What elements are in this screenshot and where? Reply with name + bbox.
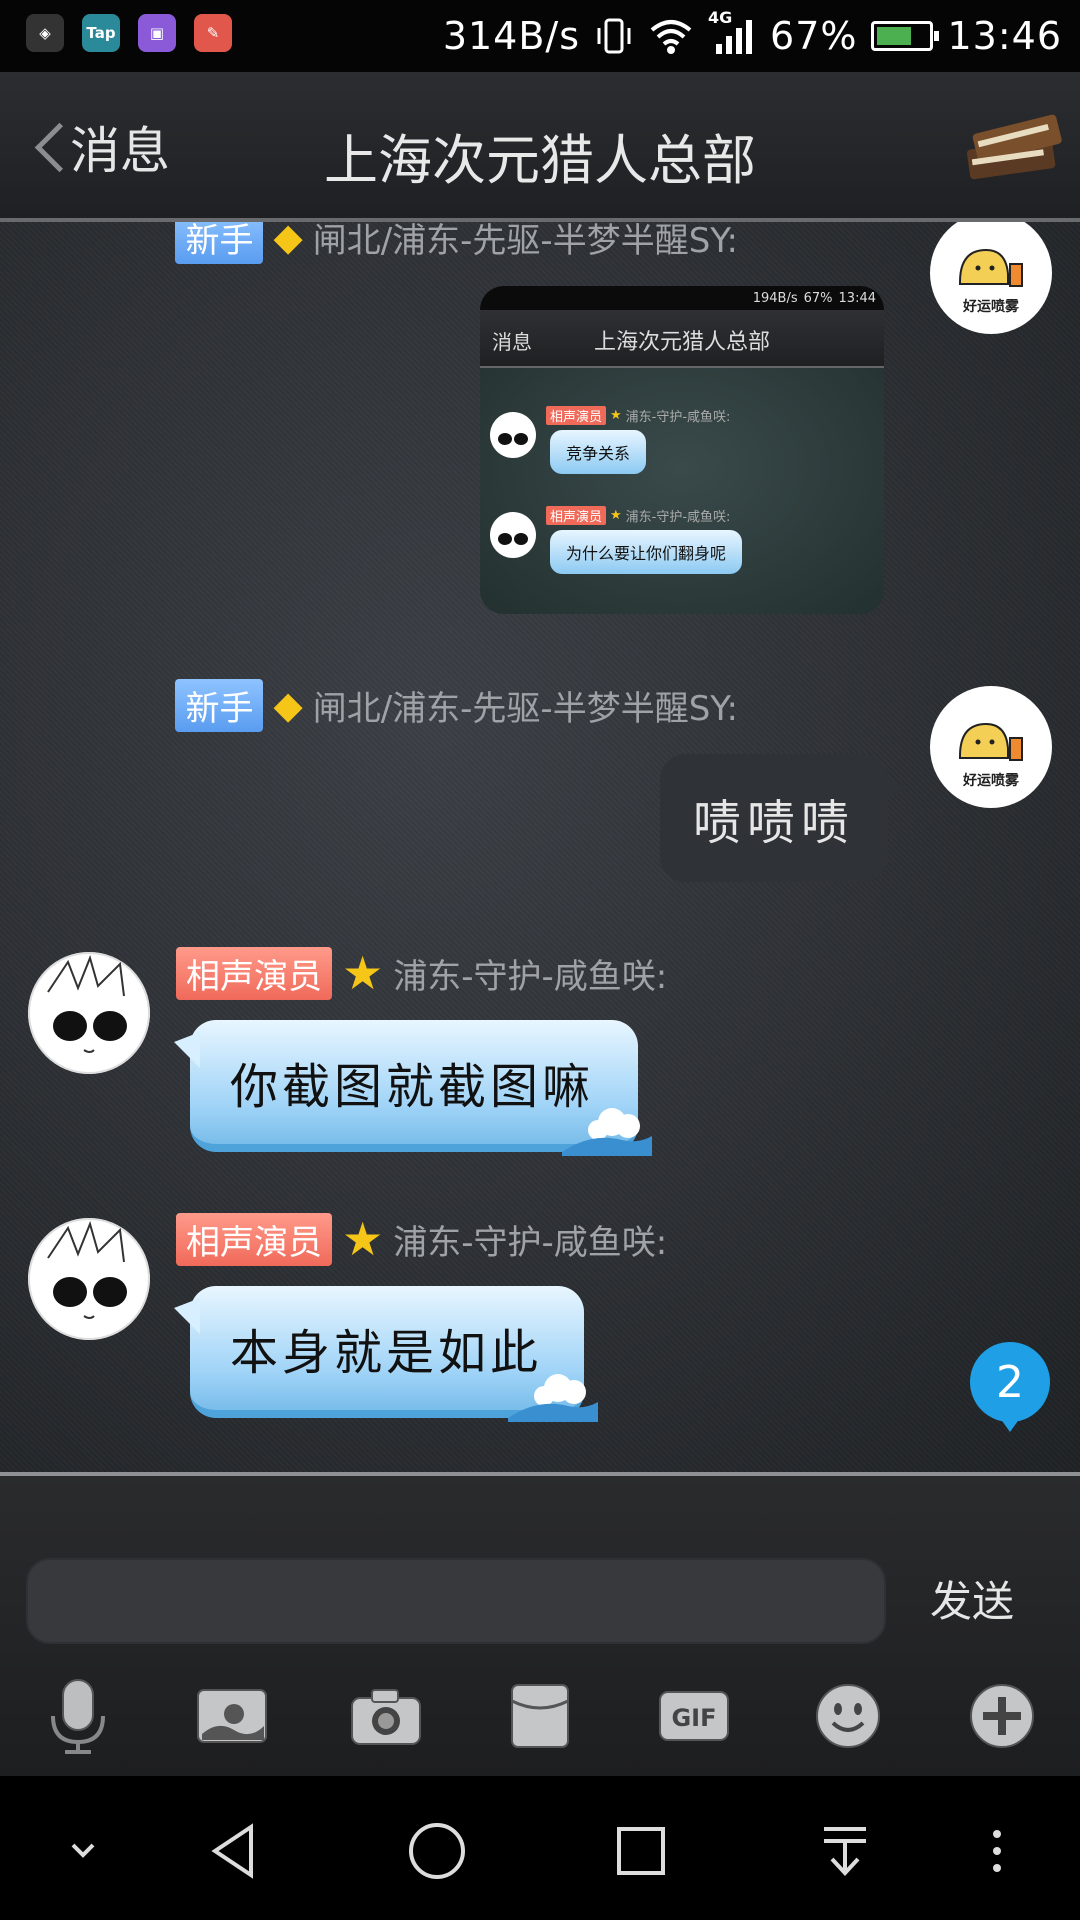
mini-badge: 相声演员 (546, 506, 607, 525)
image-icon[interactable] (192, 1676, 272, 1756)
mini-avatar (490, 512, 536, 558)
sender-name: 浦东-守护-咸鱼咲: (393, 1222, 668, 1263)
message-header: 相声演员 ★ 浦东-守护-咸鱼咲: (176, 1212, 668, 1266)
notification-pull-down-icon[interactable] (810, 1816, 880, 1886)
tool-app-icon: ✎ (194, 14, 232, 52)
mini-bubble: 为什么要让你们翻身呢 (550, 530, 743, 574)
more-vertical-icon[interactable] (962, 1816, 1032, 1886)
recents-nav-icon[interactable] (606, 1816, 676, 1886)
diamond-icon: ◆ (273, 222, 303, 259)
chat-area[interactable]: 新手 ◆ 闸北/浦东-先驱-半梦半醒SY: 好运喷雾 194B/s 67% 13… (0, 222, 1080, 1472)
title-badge: 相声演员 (176, 1212, 332, 1266)
screenshot-title: 上海次元猎人总部 (593, 330, 770, 355)
mini-sender: 浦东-守护-咸鱼咲: (625, 410, 731, 425)
sender-name: 闸北/浦东-先驱-半梦半醒SY: (312, 222, 738, 261)
notification-icons: ◈ Tap ▣ ✎ (26, 14, 232, 52)
battery-icon (871, 21, 940, 51)
title-badge: 相声演员 (176, 946, 332, 1000)
avatar-caption: 好运喷雾 (963, 299, 1019, 315)
newbie-badge: 新手 (175, 678, 264, 732)
mini-bubble: 竞争关系 (550, 430, 647, 474)
screenshot-net-speed: 194B/s (752, 290, 798, 306)
avatar[interactable] (28, 952, 150, 1074)
message-header: 相声演员 ★ 浦东-守护-咸鱼咲: (176, 946, 668, 1000)
message-bubble[interactable]: 本身就是如此 (174, 1286, 598, 1422)
send-button[interactable]: 发送 (930, 1568, 1014, 1629)
unread-count-badge[interactable]: 2 (970, 1342, 1050, 1432)
net-speed: 314B/s (442, 14, 581, 58)
composer-toolbar: GIF (0, 1676, 1080, 1776)
microphone-icon[interactable] (38, 1676, 118, 1756)
wave-decoration-icon (508, 1374, 598, 1422)
title-bar: 消息 上海次元猎人总部 (0, 72, 1080, 222)
mini-avatar (490, 412, 536, 458)
taptap-app-icon: Tap (82, 14, 120, 52)
message-text: 你截图就截图嘛 (230, 1059, 595, 1115)
screenshot-battery: 67% (803, 290, 833, 306)
battery-percent: 67% (770, 14, 858, 58)
screenshot-title-bar: 消息 上海次元猎人总部 (480, 310, 884, 368)
newbie-badge: 新手 (175, 222, 264, 264)
avatar[interactable]: 好运喷雾 (930, 222, 1052, 334)
screenshot-status-bar: 194B/s 67% 13:44 (480, 286, 884, 310)
status-bar: ◈ Tap ▣ ✎ 314B/s 4G 67% 13:46 (0, 0, 1080, 72)
anime-avatar-icon (28, 1218, 150, 1340)
mini-sender: 浦东-守护-咸鱼咲: (625, 510, 731, 525)
camera-icon[interactable] (346, 1676, 426, 1756)
message-bubble[interactable]: 你截图就截图嘛 (174, 1020, 652, 1156)
cell-signal-icon: 4G (708, 8, 756, 58)
message-text: 本身就是如此 (230, 1325, 543, 1381)
star-icon: ★ (342, 1212, 384, 1266)
screenshot-time: 13:44 (838, 290, 876, 306)
avatar[interactable]: 好运喷雾 (930, 686, 1052, 808)
vibrate-icon (597, 18, 631, 54)
mini-message-header: 相声演员 ★ 浦东-守护-咸鱼咲: (546, 406, 730, 425)
mini-badge: 相声演员 (546, 406, 607, 425)
gif-icon[interactable]: GIF (654, 1676, 734, 1756)
mini-message-header: 相声演员 ★ 浦东-守护-咸鱼咲: (546, 506, 730, 525)
shield-app-icon: ◈ (26, 14, 64, 52)
back-nav-icon[interactable] (198, 1816, 268, 1886)
red-packet-icon[interactable] (500, 1676, 580, 1756)
emoji-icon[interactable] (808, 1676, 888, 1756)
star-icon: ★ (610, 408, 622, 423)
sender-name: 浦东-守护-咸鱼咲: (393, 956, 668, 997)
gallery-app-icon: ▣ (138, 14, 176, 52)
message-header: 新手 ◆ 闸北/浦东-先驱-半梦半醒SY: (175, 222, 738, 264)
home-nav-icon[interactable] (402, 1816, 472, 1886)
chevron-down-icon[interactable] (48, 1816, 118, 1886)
lucky-spray-avatar-icon (931, 222, 1051, 333)
page-title: 上海次元猎人总部 (324, 129, 756, 192)
wifi-icon (650, 20, 692, 54)
message-bubble[interactable]: 啧啧啧 (660, 754, 906, 882)
screenshot-body: 相声演员 ★ 浦东-守护-咸鱼咲: 竞争关系 相声演员 ★ 浦东-守护-咸鱼咲:… (480, 368, 884, 614)
system-navigation-bar (0, 1776, 1080, 1920)
message-input[interactable] (26, 1558, 886, 1644)
avatar-caption: 好运喷雾 (963, 773, 1019, 789)
gif-label: GIF (671, 1704, 716, 1732)
book-icon[interactable] (960, 98, 1070, 188)
message-header: 新手 ◆ 闸北/浦东-先驱-半梦半醒SY: (175, 678, 738, 732)
star-icon: ★ (342, 946, 384, 1000)
network-type: 4G (708, 8, 733, 27)
star-icon: ★ (610, 508, 622, 523)
anime-avatar-icon (28, 952, 150, 1074)
composer: 发送 GIF (0, 1472, 1080, 1776)
clock: 13:46 (947, 14, 1062, 58)
plus-icon[interactable] (962, 1676, 1042, 1756)
diamond-icon: ◆ (273, 683, 303, 727)
wave-decoration-icon (562, 1108, 652, 1156)
screenshot-image[interactable]: 194B/s 67% 13:44 消息 上海次元猎人总部 相声演员 ★ 浦东-守… (480, 286, 884, 614)
avatar[interactable] (28, 1218, 150, 1340)
sender-name: 闸北/浦东-先驱-半梦半醒SY: (312, 688, 738, 729)
